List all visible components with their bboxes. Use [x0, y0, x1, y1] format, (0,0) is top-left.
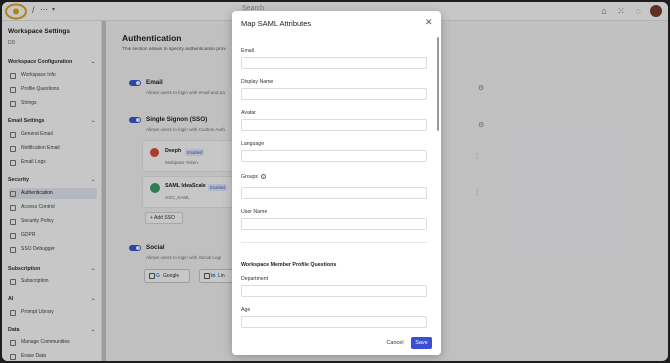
display-name-field[interactable]: [241, 88, 427, 100]
department-field[interactable]: [241, 285, 427, 297]
dialog-body[interactable]: Email Display Name Avatar Language Group…: [232, 35, 441, 328]
groups-field[interactable]: [241, 187, 427, 199]
user-name-label: User Name: [241, 209, 268, 215]
language-field[interactable]: [241, 150, 427, 162]
groups-label: Groups i: [241, 174, 267, 180]
department-label: Department: [241, 276, 269, 282]
email-field[interactable]: [241, 57, 427, 69]
app-window: / ⋯ ▾ Search ⌂ ⁙ ◌ Workspace Settings DD…: [2, 2, 668, 361]
language-label: Language: [241, 141, 265, 147]
dialog-footer: Cancel Save: [232, 332, 441, 355]
avatar-label: Avatar: [241, 110, 256, 116]
section-divider: [241, 242, 427, 243]
close-icon[interactable]: ✕: [425, 18, 433, 27]
display-name-label: Display Name: [241, 79, 274, 85]
dialog-scrollbar[interactable]: [437, 37, 439, 131]
map-saml-attributes-dialog: Map SAML Attributes ✕ Email Display Name…: [232, 11, 441, 355]
info-icon[interactable]: i: [261, 174, 267, 180]
dialog-title: Map SAML Attributes: [241, 19, 312, 28]
profile-questions-heading: Workspace Member Profile Questions: [241, 262, 337, 268]
age-field[interactable]: [241, 316, 427, 328]
age-label: Age: [241, 307, 251, 313]
cancel-button[interactable]: Cancel: [383, 337, 407, 349]
user-name-field[interactable]: [241, 218, 427, 230]
save-button[interactable]: Save: [411, 337, 432, 349]
email-label: Email: [241, 48, 254, 54]
avatar-field[interactable]: [241, 119, 427, 131]
